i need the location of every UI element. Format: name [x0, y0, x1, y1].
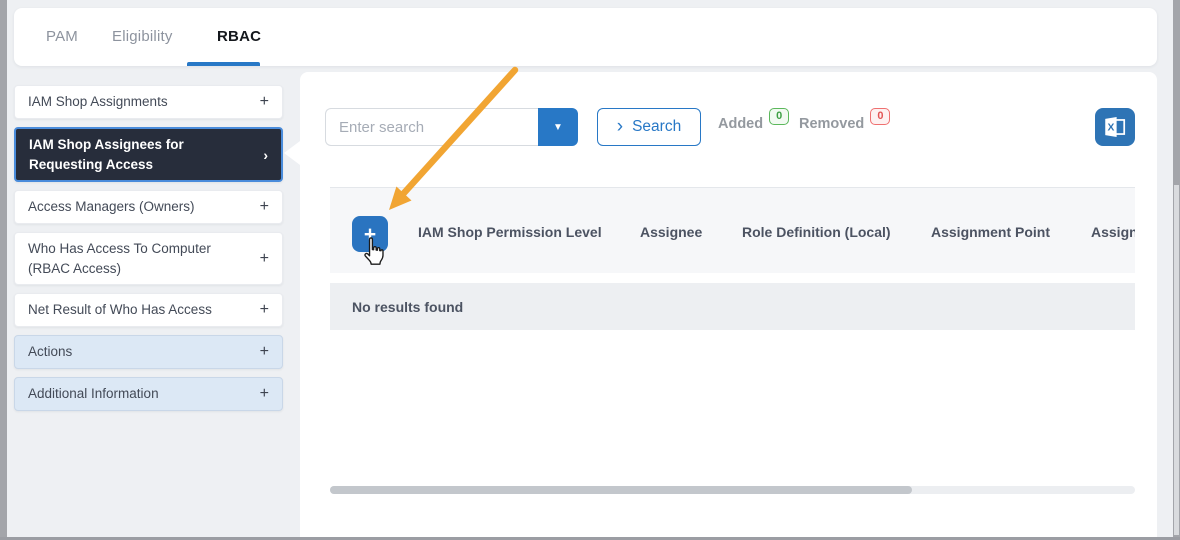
horizontal-scrollbar-track[interactable]: [330, 486, 1135, 494]
horizontal-scrollbar-thumb[interactable]: [330, 486, 912, 494]
export-excel-button[interactable]: X: [1095, 108, 1135, 146]
results-table: + IAM Shop Permission Level Assignee Rol…: [330, 187, 1135, 273]
plus-expand-icon: +: [260, 343, 269, 361]
sidebar-item-iam-shop-assignments[interactable]: IAM Shop Assignments +: [14, 85, 283, 119]
added-label: Added: [718, 116, 763, 132]
sidebar-item-who-has-access[interactable]: Who Has Access To Computer (RBAC Access)…: [14, 232, 283, 285]
tab-eligibility[interactable]: Eligibility: [112, 8, 173, 65]
plus-expand-icon: +: [260, 385, 269, 403]
search-group: ▼: [325, 108, 577, 146]
removed-counter: Removed 0: [799, 116, 890, 134]
sidebar-item-label: IAM Shop Assignees for Requesting Access: [29, 135, 247, 174]
added-counter: Added 0: [718, 116, 789, 134]
window-vertical-scrollbar[interactable]: [1174, 185, 1179, 535]
tab-pam[interactable]: PAM: [46, 8, 78, 65]
search-input[interactable]: [325, 108, 538, 146]
add-row-button[interactable]: +: [352, 216, 388, 252]
active-tab-underline: [187, 62, 260, 66]
sidebar-item-iam-shop-assignees[interactable]: IAM Shop Assignees for Requesting Access…: [14, 127, 283, 182]
added-count-badge: 0: [769, 108, 789, 125]
column-header-assignment-clipped: Assignment: [1091, 224, 1135, 240]
chevron-right-icon: ›: [617, 117, 623, 136]
plus-expand-icon: +: [260, 198, 269, 216]
sidebar-item-label: IAM Shop Assignments: [28, 92, 234, 112]
column-header-permission-level: IAM Shop Permission Level: [418, 224, 602, 240]
sidebar-item-additional-information[interactable]: Additional Information +: [14, 377, 283, 411]
sidebar-item-label: Who Has Access To Computer (RBAC Access): [28, 239, 234, 278]
empty-results-row: No results found: [330, 283, 1135, 330]
sidebar: IAM Shop Assignments + IAM Shop Assignee…: [14, 85, 283, 419]
main-panel: ▼ › Search Added 0 Removed 0 X + IAM Sho…: [300, 72, 1157, 537]
removed-label: Removed: [799, 116, 864, 132]
selected-item-pointer-notch: [284, 141, 300, 165]
tab-rbac[interactable]: RBAC: [217, 8, 261, 65]
empty-results-message: No results found: [352, 299, 463, 315]
column-header-assignee: Assignee: [640, 224, 702, 240]
sidebar-item-access-managers[interactable]: Access Managers (Owners) +: [14, 190, 283, 224]
sidebar-item-actions[interactable]: Actions +: [14, 335, 283, 369]
plus-expand-icon: +: [260, 93, 269, 111]
search-button[interactable]: › Search: [597, 108, 701, 146]
svg-text:X: X: [1107, 123, 1114, 134]
search-button-label: Search: [632, 118, 681, 136]
sidebar-item-label: Additional Information: [28, 384, 234, 404]
table-header-row: + IAM Shop Permission Level Assignee Rol…: [330, 187, 1135, 273]
sidebar-item-label: Actions: [28, 342, 234, 362]
plus-expand-icon: +: [260, 301, 269, 319]
chevron-right-icon: ›: [263, 147, 268, 163]
column-header-role-definition: Role Definition (Local): [742, 224, 891, 240]
sidebar-item-label: Access Managers (Owners): [28, 197, 234, 217]
column-header-assignment-point: Assignment Point: [931, 224, 1050, 240]
removed-count-badge: 0: [870, 108, 890, 125]
sidebar-item-net-result[interactable]: Net Result of Who Has Access +: [14, 293, 283, 327]
caret-down-icon: ▼: [553, 122, 563, 133]
window-frame-left: [0, 0, 7, 540]
excel-icon: X: [1102, 114, 1128, 140]
sidebar-item-label: Net Result of Who Has Access: [28, 300, 234, 320]
search-dropdown-button[interactable]: ▼: [538, 108, 578, 146]
plus-expand-icon: +: [260, 250, 269, 268]
tab-bar: PAM Eligibility RBAC: [14, 8, 1157, 66]
